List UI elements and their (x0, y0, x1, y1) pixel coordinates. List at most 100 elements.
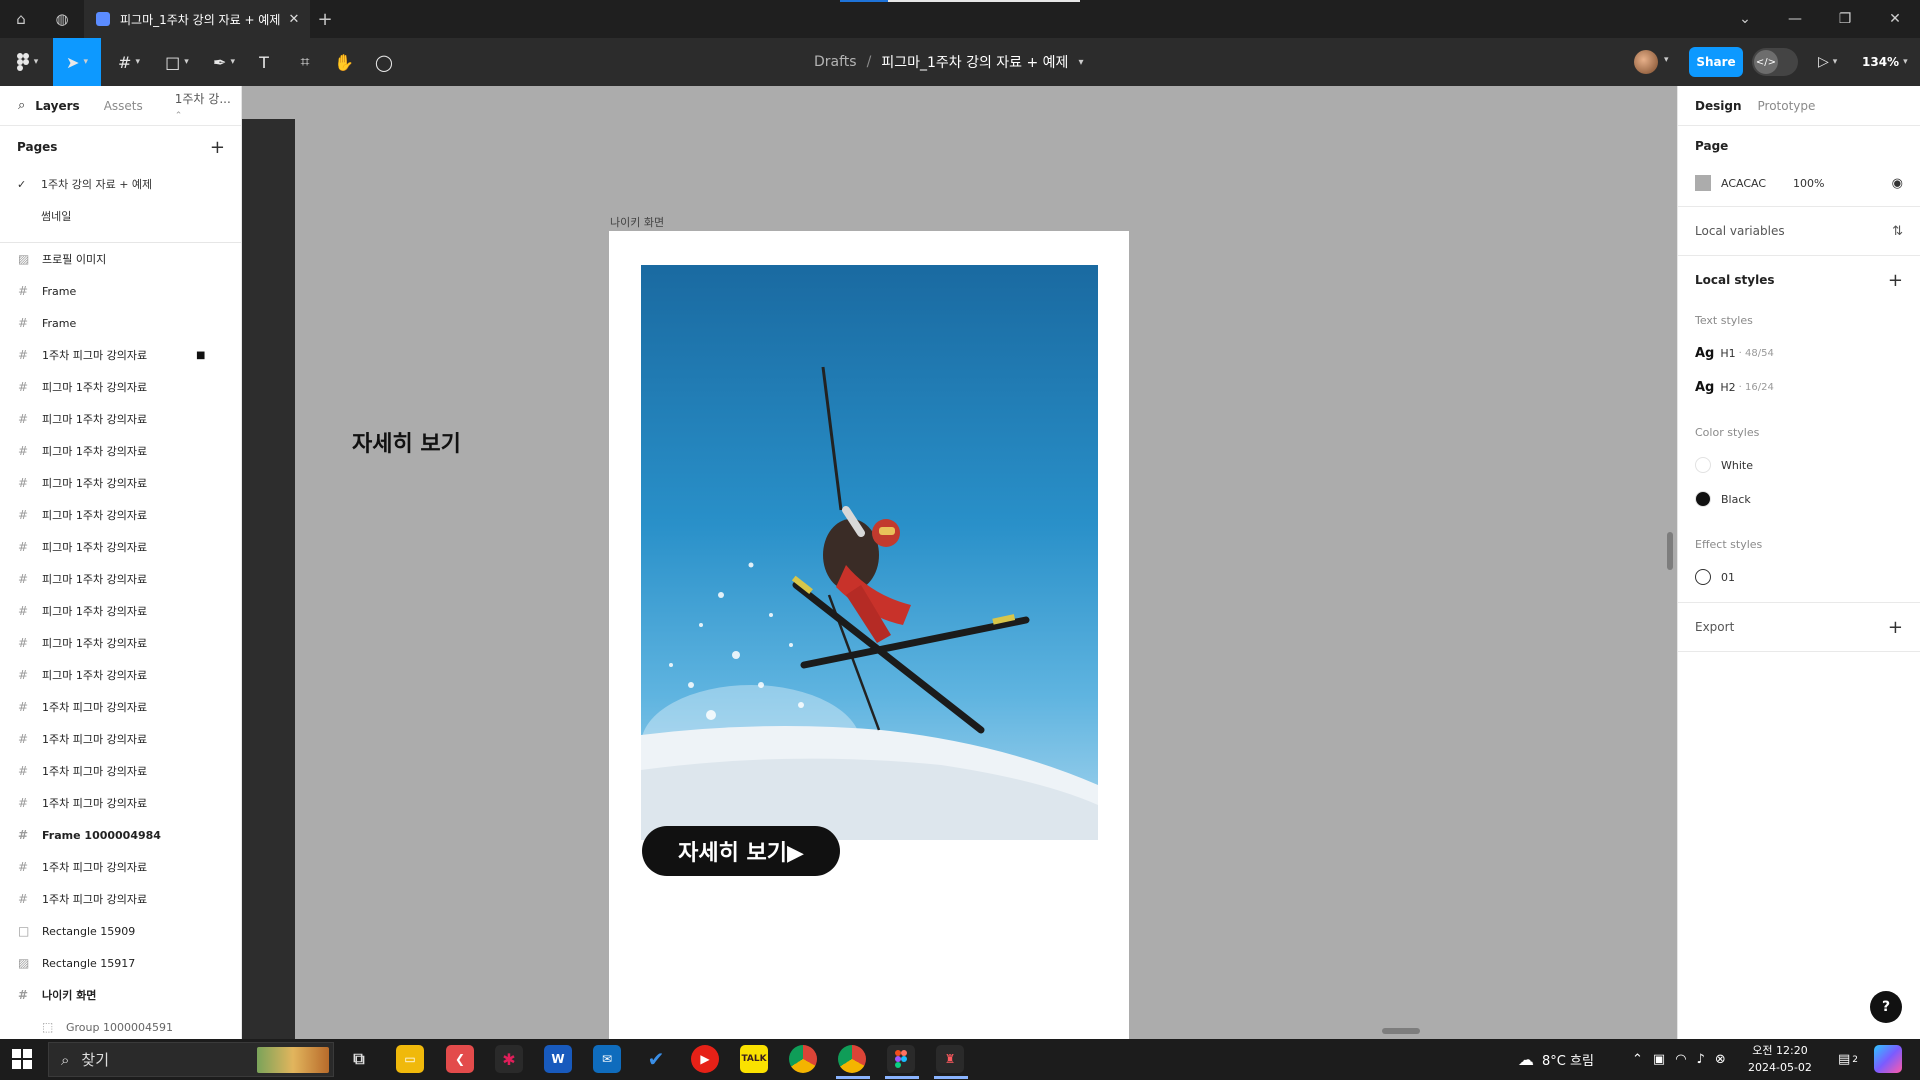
zoom-menu[interactable]: 134% ▾ (1862, 38, 1908, 86)
canvas-frame-edge[interactable] (242, 119, 295, 1039)
tab-design[interactable]: Design (1695, 99, 1742, 113)
add-export-button[interactable]: + (1888, 617, 1903, 638)
lock-icon[interactable]: ■ (196, 350, 205, 361)
layer-item[interactable]: #1주차 피그마 강의자료 (0, 883, 241, 915)
effect-style-item[interactable]: 01 (1695, 560, 1903, 594)
chrome-icon[interactable] (789, 1045, 817, 1073)
horizontal-scrollbar[interactable] (1382, 1028, 1420, 1034)
todo-icon[interactable]: ✔ (642, 1045, 670, 1073)
chrome-profile-icon[interactable] (838, 1045, 866, 1073)
export-row[interactable]: Export + (1695, 603, 1903, 651)
tab-prototype[interactable]: Prototype (1758, 99, 1816, 113)
hand-tool-button[interactable]: ✋ (332, 38, 356, 86)
task-view-icon[interactable]: ⧉ (345, 1045, 373, 1073)
layer-item[interactable]: □ Rectangle 15909 (0, 915, 241, 947)
layer-item[interactable]: #1주차 피그마 강의자료 (0, 691, 241, 723)
share-button[interactable]: Share (1689, 47, 1743, 77)
text-style-item[interactable]: Ag H2 · 16/24 (1695, 370, 1903, 404)
text-tool-button[interactable]: T (253, 38, 275, 86)
frame-tool-button[interactable]: # ▾ (112, 38, 146, 86)
mail-icon[interactable]: ✉ (593, 1045, 621, 1073)
layer-item[interactable]: # 피그마 1주차 강의자료 (0, 531, 241, 563)
page-color-swatch[interactable] (1695, 175, 1711, 191)
search-icon[interactable]: ⌕ (18, 98, 25, 113)
layer-item[interactable]: # 피그마 1주차 강의자료 (0, 627, 241, 659)
detail-button[interactable]: 자세히 보기▶ (642, 826, 840, 876)
layer-item[interactable]: #1주차 피그마 강의자료 (0, 755, 241, 787)
tab-assets[interactable]: Assets (104, 99, 143, 113)
kakaotalk-icon[interactable]: TALK (740, 1045, 768, 1073)
color-style-item[interactable]: Black (1695, 482, 1903, 516)
notifications-button[interactable]: ▤ 2 (1838, 1039, 1858, 1080)
figma-taskbar-icon[interactable] (887, 1045, 915, 1073)
chevron-down-icon[interactable]: ▾ (1078, 57, 1083, 68)
file-explorer-icon[interactable]: ▭ (396, 1045, 424, 1073)
page-color-row[interactable]: ACACAC 100% ◉ (1695, 166, 1903, 200)
layer-item[interactable]: # Frame 1000004984 (0, 819, 241, 851)
layer-item[interactable]: # 피그마 1주차 강의자료 (0, 403, 241, 435)
color-style-item[interactable]: White (1695, 448, 1903, 482)
layer-item[interactable]: # 피그마 1주차 강의자료 (0, 435, 241, 467)
youtube-music-icon[interactable]: ▶ (691, 1045, 719, 1073)
local-variables-row[interactable]: Local variables ⇅ (1695, 207, 1903, 255)
comment-tool-button[interactable]: ◯ (372, 38, 396, 86)
present-button[interactable]: ▷ ▾ (1818, 38, 1837, 86)
help-button[interactable]: ? (1870, 991, 1902, 1023)
volume-icon[interactable]: ♪ (1697, 1052, 1705, 1067)
layer-item[interactable]: # 피그마 1주차 강의자료 (0, 595, 241, 627)
add-page-button[interactable]: + (210, 137, 225, 158)
layer-item[interactable]: # 피그마 1주차 강의자료 (0, 371, 241, 403)
dev-mode-toggle[interactable]: </> (1752, 48, 1798, 76)
close-window-button[interactable]: ✕ (1870, 0, 1920, 38)
new-tab-button[interactable]: + (314, 8, 336, 30)
app-red-icon[interactable]: ❮ (446, 1045, 474, 1073)
pen-tool-button[interactable]: ✒ ▾ (207, 38, 241, 86)
word-icon[interactable]: W (544, 1045, 572, 1073)
page-item[interactable]: 썸네일 (0, 200, 241, 232)
taskbar-search[interactable]: ⌕ 찾기 (48, 1042, 334, 1077)
layer-item[interactable]: # 피그마 1주차 강의자료 (0, 499, 241, 531)
system-clock[interactable]: 오전 12:20 2024-05-02 (1748, 1042, 1812, 1076)
restore-button[interactable]: ❐ (1820, 0, 1870, 38)
avatar[interactable] (1634, 50, 1658, 74)
layer-item[interactable]: # 피그마 1주차 강의자료 (0, 563, 241, 595)
layer-item[interactable]: # 나이키 화면 (0, 979, 241, 1011)
page-opacity[interactable]: 100% (1793, 177, 1892, 190)
layer-item[interactable]: #1주차 피그마 강의자료 ■ (0, 339, 241, 371)
text-style-item[interactable]: Ag H1 · 48/54 (1695, 336, 1903, 370)
layer-item[interactable]: # 피그마 1주차 강의자료 (0, 659, 241, 691)
tabs-dropdown-icon[interactable]: ⌄ (1720, 0, 1770, 38)
layer-item[interactable]: #1주차 피그마 강의자료 (0, 851, 241, 883)
layer-item[interactable]: ▨ 프로필 이미지 (0, 243, 241, 275)
move-tool-button[interactable]: ➤ ▾ (53, 38, 101, 86)
breadcrumb-drafts[interactable]: Drafts (814, 54, 857, 70)
layer-item[interactable]: # Frame (0, 307, 241, 339)
chevron-up-icon[interactable]: ⌃ (1632, 1052, 1643, 1067)
page-selector[interactable]: 1주차 강... ⌃ (175, 90, 241, 121)
skier-photo[interactable] (641, 265, 1098, 840)
wifi-icon[interactable]: ◠ (1675, 1052, 1686, 1067)
copilot-icon[interactable] (1874, 1045, 1902, 1073)
meet-now-icon[interactable]: ▣ (1653, 1052, 1665, 1067)
layer-item[interactable]: #1주차 피그마 강의자료 (0, 723, 241, 755)
tab-file[interactable]: 피그마_1주차 강의 자료 + 예제 ✕ (84, 0, 310, 38)
layer-item[interactable]: # Frame (0, 275, 241, 307)
globe-icon[interactable]: ◍ (51, 8, 73, 30)
page-color-hex[interactable]: ACACAC (1721, 177, 1793, 190)
page-item[interactable]: ✓ 1주차 강의 자료 + 예제 (0, 168, 241, 200)
file-name[interactable]: 피그마_1주차 강의 자료 + 예제 (881, 52, 1068, 72)
main-menu-button[interactable]: ▾ (12, 38, 42, 86)
frame-label[interactable]: 나이키 화면 (610, 214, 664, 230)
layer-item[interactable]: # 피그마 1주차 강의자료 (0, 467, 241, 499)
layer-item[interactable]: ⬚ Group 1000004591 (0, 1011, 241, 1039)
app-figure-icon[interactable]: ♜ (936, 1045, 964, 1073)
resources-button[interactable]: ⌗ (293, 38, 317, 86)
minimize-button[interactable]: — (1770, 0, 1820, 38)
canvas-text-detail[interactable]: 자세히 보기 (352, 426, 461, 458)
home-icon[interactable]: ⌂ (10, 8, 32, 30)
close-tab-icon[interactable]: ✕ (284, 12, 304, 27)
eye-icon[interactable]: ◉ (1892, 176, 1903, 191)
vertical-scrollbar[interactable] (1667, 532, 1673, 570)
tab-layers[interactable]: Layers (35, 99, 79, 113)
sliders-icon[interactable]: ⇅ (1892, 224, 1903, 239)
